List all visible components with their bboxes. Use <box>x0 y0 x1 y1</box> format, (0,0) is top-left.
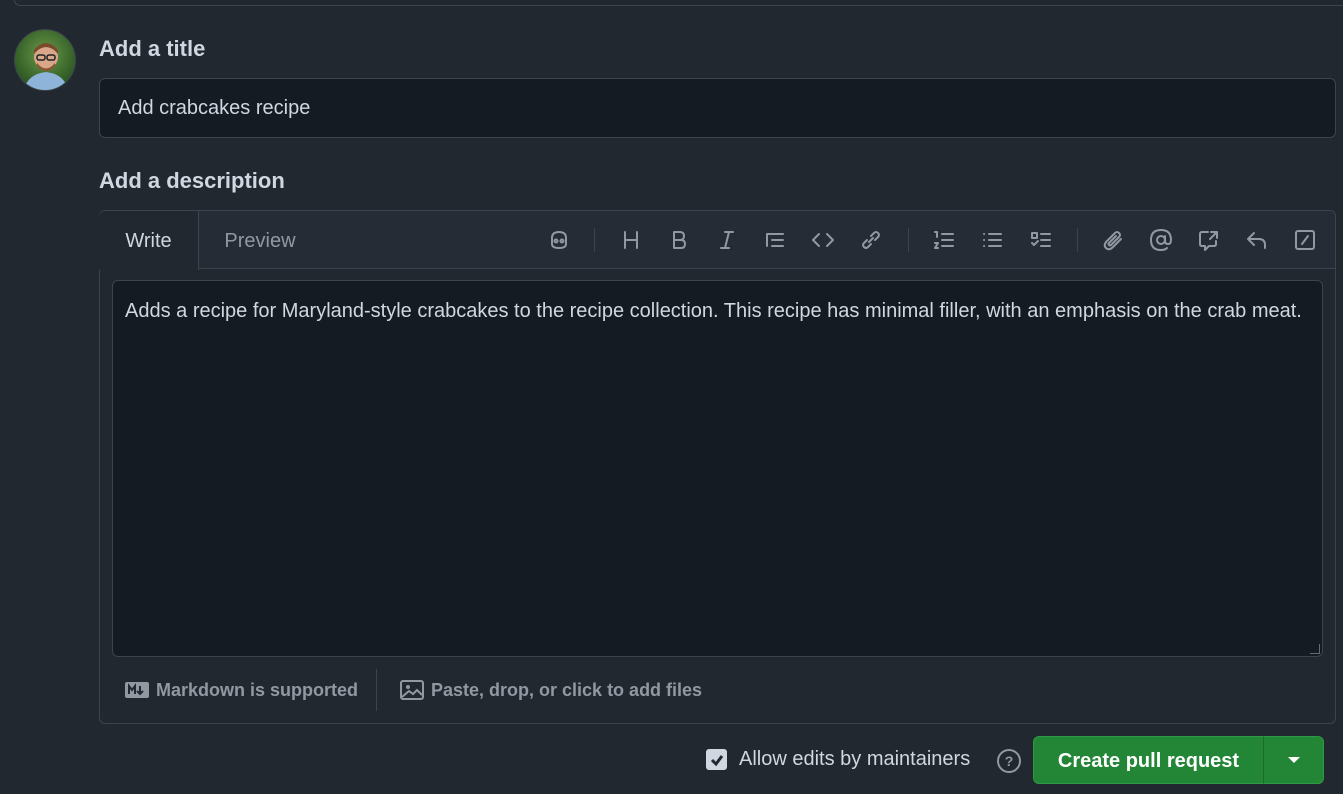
link-icon[interactable] <box>856 225 886 255</box>
user-avatar[interactable] <box>14 29 76 91</box>
saved-reply-icon[interactable] <box>1242 225 1272 255</box>
tab-write[interactable]: Write <box>99 211 199 270</box>
create-pull-request-button[interactable]: Create pull request <box>1033 736 1264 784</box>
image-icon <box>400 680 424 700</box>
heading-icon[interactable] <box>616 225 646 255</box>
allow-edits-label[interactable]: Allow edits by maintainers <box>739 748 970 771</box>
check-icon <box>710 754 723 766</box>
title-label: Add a title <box>99 36 206 61</box>
triangle-down-icon <box>1287 757 1300 763</box>
editor-header: Write Preview <box>99 211 1335 270</box>
ordered-list-icon[interactable] <box>929 225 959 255</box>
allow-edits-checkbox[interactable] <box>706 749 727 770</box>
code-icon[interactable] <box>808 225 838 255</box>
mention-icon[interactable] <box>1146 225 1176 255</box>
description-editor: Write Preview Adds a recipe for Maryland… <box>99 210 1336 724</box>
markdown-supported-link[interactable]: Markdown is supported <box>124 669 358 711</box>
markdown-note: Markdown is supported <box>156 679 359 700</box>
description-text: Adds a recipe for Maryland-style crabcak… <box>125 300 1302 322</box>
description-textarea[interactable]: Adds a recipe for Maryland-style crabcak… <box>112 280 1323 657</box>
resize-handle[interactable] <box>1310 644 1320 654</box>
question-icon[interactable]: ? <box>997 749 1021 773</box>
bold-icon[interactable] <box>664 225 694 255</box>
slash-command-icon[interactable] <box>1290 225 1320 255</box>
attach-icon[interactable] <box>1098 225 1128 255</box>
form-actions: Allow edits by maintainers ? Create pull… <box>0 736 1343 786</box>
attach-note: Paste, drop, or click to add files <box>431 679 703 700</box>
italic-icon[interactable] <box>712 225 742 255</box>
description-label: Add a description <box>99 168 285 193</box>
tab-preview[interactable]: Preview <box>208 211 312 270</box>
copilot-icon[interactable] <box>544 225 574 255</box>
previous-panel-edge <box>14 0 1343 6</box>
title-input[interactable]: Add crabcakes recipe <box>99 78 1336 138</box>
unordered-list-icon[interactable] <box>977 225 1007 255</box>
markdown-icon <box>125 682 149 698</box>
create-options-dropdown[interactable] <box>1263 736 1324 784</box>
attach-files-link[interactable]: Paste, drop, or click to add files <box>399 669 702 711</box>
footer-divider <box>376 669 377 711</box>
avatar-portrait-icon <box>23 43 69 90</box>
editor-footer: Markdown is supported Paste, drop, or cl… <box>100 669 1335 725</box>
cross-reference-icon[interactable] <box>1194 225 1224 255</box>
task-list-icon[interactable] <box>1026 225 1056 255</box>
quote-icon[interactable] <box>760 225 790 255</box>
